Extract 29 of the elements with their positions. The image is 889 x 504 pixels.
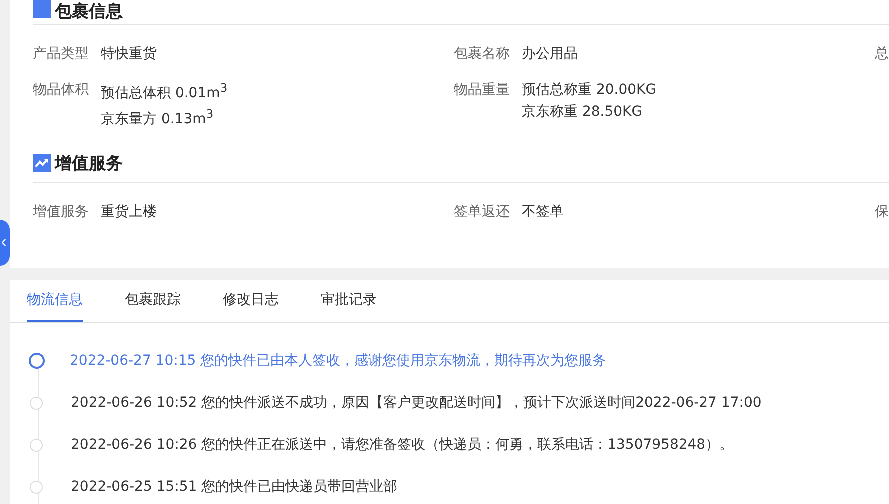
section-icon [33,0,51,18]
field-value: 重货上楼 [101,203,157,222]
field-value: 预估总体积 0.01m$^{3}$ [101,81,228,103]
timeline-entry: 2022-06-26 10:26 您的快件正在派送中，请您准备签收（快递员：何勇，联系电话：13507958248）。 [71,436,734,454]
timeline-entry: 2022-06-25 15:51 您的快件已由快递员带回营业部 [71,478,398,496]
timeline-entry: 2022-06-26 10:52 您的快件派送不成功，原因【客户更改配送时间】，预计下次派送时间2022-06-27 17:00 [71,394,762,412]
field-value: 不签单 [522,203,564,222]
field-value: 办公用品 [522,45,578,63]
field-label: 保 [875,203,889,222]
section-title: 包裹信息 [55,1,123,23]
field-label: 增值服务 [33,203,89,222]
field-value: 预估总称重 20.00KG [522,81,657,99]
field-value: 京东量方 0.13m$^{3}$ [101,106,215,128]
field-value: 京东称重 28.50KG [522,103,644,121]
tab[interactable]: 包裹跟踪 [125,280,181,322]
section-title: 增值服务 [55,152,123,175]
collapse-handle[interactable]: ‹ [0,220,10,266]
tab[interactable]: 审批记录 [321,280,377,322]
field-label: 物品体积 [33,81,89,100]
field-label: 产品类型 [33,45,89,63]
tab[interactable]: 修改日志 [223,280,279,322]
trend-icon [33,154,51,172]
timeline-entry: 2022-06-27 10:15 您的快件已由本人签收，感谢您使用京东物流，期待再次为您服务 [70,352,607,370]
tab[interactable]: 物流信息 [27,280,83,322]
field-label: 签单返还 [454,203,510,222]
field-label: 总 [875,45,889,63]
field-value: 特快重货 [101,45,157,63]
field-label: 物品重量 [454,81,510,100]
field-label: 包裹名称 [454,45,510,63]
